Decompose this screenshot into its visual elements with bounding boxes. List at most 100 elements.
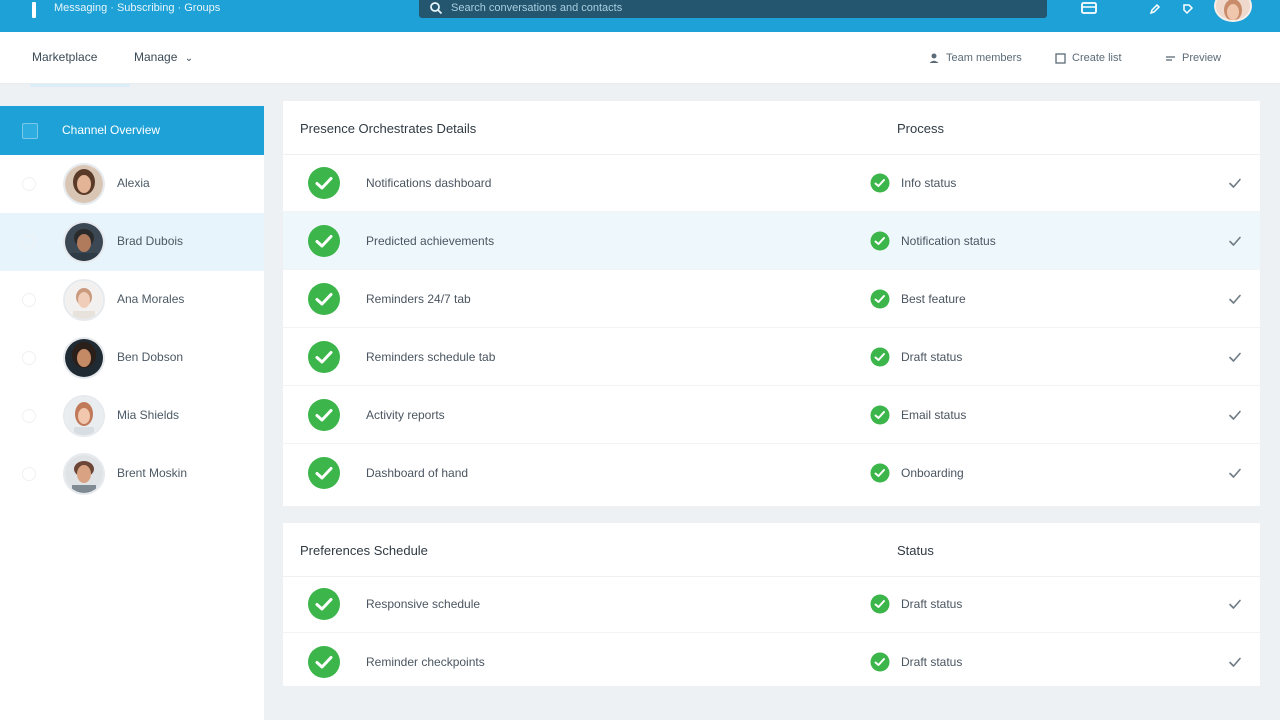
preview-button[interactable]: Preview bbox=[1165, 52, 1221, 64]
avatar bbox=[63, 453, 105, 495]
check-circle-icon bbox=[308, 588, 340, 620]
table-row[interactable]: Reminder checkpoints Draft status bbox=[283, 633, 1260, 691]
table-row[interactable]: Predicted achievements Notification stat… bbox=[283, 212, 1260, 270]
checkmark-icon[interactable] bbox=[1227, 233, 1243, 249]
table-row[interactable]: Reminders schedule tab Draft status bbox=[283, 328, 1260, 386]
avatar bbox=[63, 395, 105, 437]
user-icon bbox=[929, 53, 939, 63]
check-circle-icon bbox=[870, 594, 890, 614]
table-row[interactable]: Activity reports Email status bbox=[283, 386, 1260, 444]
list-icon bbox=[1055, 52, 1066, 64]
checkmark-icon[interactable] bbox=[1227, 465, 1243, 481]
select-radio[interactable] bbox=[22, 409, 36, 423]
checkmark-icon[interactable] bbox=[1227, 407, 1243, 423]
select-all-checkbox[interactable] bbox=[22, 123, 38, 139]
row-status: Info status bbox=[901, 176, 957, 190]
row-label: Dashboard of hand bbox=[366, 466, 469, 480]
check-circle-icon bbox=[308, 225, 340, 257]
nav-marketplace[interactable]: Marketplace bbox=[32, 50, 97, 64]
table-row[interactable]: Notifications dashboard Info status bbox=[283, 154, 1260, 212]
table-row[interactable]: Responsive schedule Draft status bbox=[283, 575, 1260, 633]
contact-name: Brad Dubois bbox=[117, 234, 184, 248]
sidebar-item-contact[interactable]: Ben Dobson bbox=[0, 329, 264, 387]
check-circle-icon bbox=[870, 289, 890, 309]
check-circle-icon bbox=[870, 463, 890, 483]
table-row[interactable]: Dashboard of hand Onboarding bbox=[283, 444, 1260, 502]
team-members-button[interactable]: Team members bbox=[928, 52, 1022, 64]
sidebar-header[interactable]: Channel Overview bbox=[0, 106, 264, 155]
search-bar[interactable] bbox=[419, 0, 1047, 18]
table-row[interactable]: Reminders 24/7 tab Best feature bbox=[283, 270, 1260, 328]
check-circle-icon bbox=[870, 405, 890, 425]
pencil-icon bbox=[1149, 3, 1161, 15]
contact-name: Ana Morales bbox=[117, 292, 185, 306]
avatar bbox=[63, 163, 105, 205]
select-radio[interactable] bbox=[22, 351, 36, 365]
avatar bbox=[63, 279, 105, 321]
window-button[interactable] bbox=[1079, 0, 1099, 18]
sidebar: Channel Overview Alexia Brad Dubois Ana … bbox=[0, 106, 264, 720]
select-radio[interactable] bbox=[22, 235, 36, 249]
preview-label: Preview bbox=[1182, 52, 1222, 64]
sidebar-item-contact[interactable]: Alexia bbox=[0, 155, 264, 213]
sidebar-item-contact[interactable]: Brent Moskin bbox=[0, 445, 264, 503]
row-label: Reminder checkpoints bbox=[366, 655, 485, 669]
user-photo bbox=[1216, 0, 1250, 20]
check-circle-icon bbox=[870, 231, 890, 251]
checkmark-icon[interactable] bbox=[1227, 291, 1243, 307]
column-title-status: Status bbox=[897, 543, 934, 558]
select-radio[interactable] bbox=[22, 293, 36, 307]
create-list-label: Create list bbox=[1072, 52, 1122, 64]
column-title-details: Presence Orchestrates Details bbox=[300, 121, 477, 136]
row-status: Onboarding bbox=[901, 466, 964, 480]
search-input[interactable] bbox=[451, 0, 1031, 16]
sidebar-item-contact[interactable]: Ana Morales bbox=[0, 271, 264, 329]
preview-icon bbox=[1166, 55, 1175, 61]
row-status: Notification status bbox=[901, 234, 996, 248]
row-status: Email status bbox=[901, 408, 967, 422]
window-icon bbox=[1081, 2, 1097, 14]
contact-name: Mia Shields bbox=[117, 408, 180, 422]
check-circle-icon bbox=[308, 457, 340, 489]
sub-toolbar: Marketplace Manage ⌄ Team members Create… bbox=[0, 32, 1280, 84]
checkmark-icon[interactable] bbox=[1227, 349, 1243, 365]
sidebar-item-contact[interactable]: Mia Shields bbox=[0, 387, 264, 445]
top-bar: Messaging · Subscribing · Groups bbox=[0, 0, 1280, 32]
row-label: Reminders 24/7 tab bbox=[366, 292, 471, 306]
avatar bbox=[63, 221, 105, 263]
card-header: Preferences Schedule Status bbox=[283, 523, 1260, 577]
schedule-card: Preferences Schedule Status Responsive s… bbox=[283, 523, 1260, 686]
row-label: Predicted achievements bbox=[366, 234, 495, 248]
create-list-button[interactable]: Create list bbox=[1055, 52, 1122, 64]
tag-icon bbox=[1183, 4, 1194, 15]
tag-button[interactable] bbox=[1178, 0, 1198, 18]
sidebar-item-contact[interactable]: Brad Dubois bbox=[0, 213, 264, 271]
avatar bbox=[63, 337, 105, 379]
checkmark-icon[interactable] bbox=[1227, 654, 1243, 670]
active-tab-indicator bbox=[30, 84, 130, 87]
checkmark-icon[interactable] bbox=[1227, 175, 1243, 191]
check-circle-icon bbox=[308, 283, 340, 315]
nav-manage-label: Manage bbox=[134, 50, 178, 64]
check-circle-icon bbox=[308, 341, 340, 373]
edit-button[interactable] bbox=[1145, 0, 1165, 18]
check-circle-icon bbox=[870, 652, 890, 672]
column-title-schedule: Preferences Schedule bbox=[300, 543, 428, 558]
user-avatar[interactable] bbox=[1214, 0, 1252, 22]
check-circle-icon bbox=[308, 399, 340, 431]
select-radio[interactable] bbox=[22, 177, 36, 191]
row-status: Best feature bbox=[901, 292, 966, 306]
row-label: Activity reports bbox=[366, 408, 445, 422]
checkmark-icon[interactable] bbox=[1227, 596, 1243, 612]
row-label: Reminders schedule tab bbox=[366, 350, 496, 364]
row-status: Draft status bbox=[901, 350, 963, 364]
row-label: Responsive schedule bbox=[366, 597, 481, 611]
brand-text: Messaging · Subscribing · Groups bbox=[54, 2, 221, 14]
check-circle-icon bbox=[870, 173, 890, 193]
search-icon bbox=[430, 2, 443, 15]
details-card: Presence Orchestrates Details Process No… bbox=[283, 101, 1260, 506]
column-title-process: Process bbox=[897, 121, 944, 136]
sidebar-header-label: Channel Overview bbox=[62, 123, 161, 137]
nav-manage-dropdown[interactable]: Manage ⌄ bbox=[134, 50, 193, 64]
select-radio[interactable] bbox=[22, 467, 36, 481]
